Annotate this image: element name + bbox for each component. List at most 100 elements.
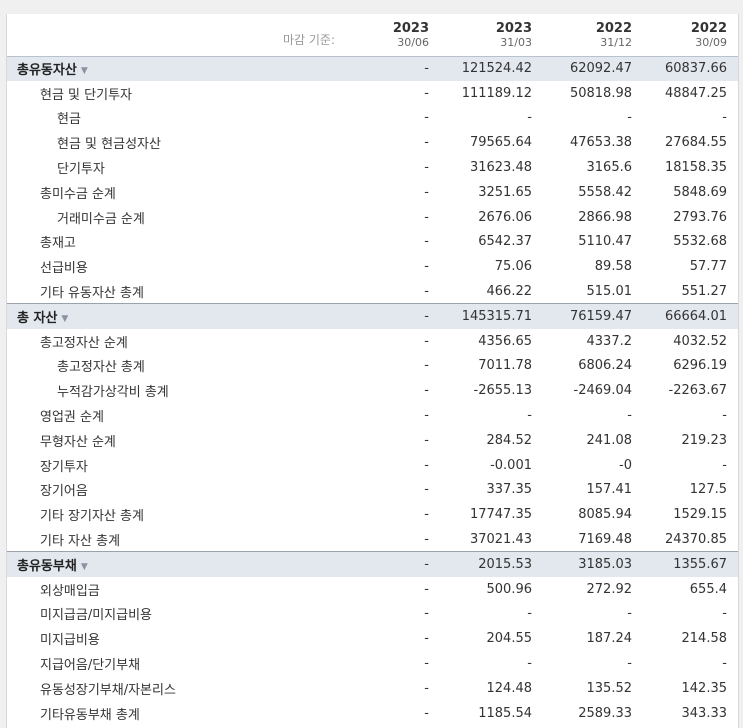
value-cell: -: [424, 358, 429, 374]
table-row: 선급비용 - 75.06 89.58 57.77: [7, 254, 738, 279]
value-cell: 89.58: [594, 259, 632, 275]
value-cell: 7011.78: [478, 358, 532, 374]
value-cell: 284.52: [486, 432, 533, 448]
row-label-cell: 현금 및 현금성자산: [7, 130, 337, 155]
value-cell: 2589.33: [578, 705, 632, 721]
value-cell: 5110.47: [578, 234, 632, 250]
value-cell: 337.35: [486, 482, 533, 498]
chevron-down-icon[interactable]: ▼: [61, 314, 68, 324]
value-cell: 5848.69: [673, 184, 727, 200]
value-cell: -: [627, 606, 632, 622]
value-cell: -: [424, 184, 429, 200]
value-cell: 62092.47: [535, 55, 635, 81]
table-row: 장기투자 - -0.001 -0 -: [7, 453, 738, 478]
value-cell: 75.06: [494, 259, 532, 275]
value-cell: 515.01: [586, 283, 633, 299]
value-cell: 60837.66: [635, 55, 738, 81]
row-label: 기타 자산 총계: [40, 533, 121, 549]
row-label: 장기어음: [40, 484, 88, 500]
value-cell: 157.41: [586, 482, 633, 498]
section-header-row[interactable]: 총유동자산 ▼ -121524.42 62092.47 60837.66: [7, 55, 738, 81]
row-label: 미지급금/미지급비용: [40, 608, 153, 624]
value-cell: -: [424, 209, 429, 225]
row-label: 총유동자산: [17, 63, 77, 79]
value-cell: -: [424, 110, 429, 126]
row-label-cell[interactable]: 총 자산 ▼: [7, 303, 337, 329]
row-label: 현금 및 현금성자산: [57, 137, 161, 153]
value-cell: -: [722, 110, 727, 126]
value-cell: 500.96: [486, 581, 533, 597]
value-cell: 2793.76: [673, 209, 727, 225]
value-cell: 5532.68: [673, 234, 727, 250]
row-label-cell[interactable]: 총유동자산 ▼: [7, 55, 337, 81]
value-cell: 18158.35: [664, 160, 727, 176]
header-row: 마감 기준: 2023 30/06 2023 31/03 2022 31/12 …: [7, 14, 738, 57]
value-cell: 57.77: [689, 259, 727, 275]
value-cell: 5558.42: [578, 184, 632, 200]
row-label-cell: 기타유동부채 총계: [7, 701, 337, 726]
value-cell: 204.55: [486, 631, 533, 647]
row-label: 장기투자: [40, 459, 88, 475]
table-row: 미지급비용 - 204.55 187.24 214.58: [7, 626, 738, 651]
row-label-cell: 기타 자산 총계: [7, 527, 337, 552]
value-cell: -0.001: [490, 457, 532, 473]
value-cell: -: [527, 110, 532, 126]
section-header-row[interactable]: 총 자산 ▼ -145315.71 76159.47 66664.01: [7, 303, 738, 329]
value-cell: 124.48: [486, 680, 533, 696]
row-label-cell: 미지급금/미지급비용: [7, 602, 337, 627]
row-label: 기타 장기자산 총계: [40, 509, 144, 525]
table-row: 거래미수금 순계 - 2676.06 2866.98 2793.76: [7, 205, 738, 230]
value-cell: -: [424, 383, 429, 399]
table-body: 총유동자산 ▼ -121524.42 62092.47 60837.66 현금 및 단기투…: [7, 55, 738, 726]
row-label-cell[interactable]: 총유동부채 ▼: [7, 551, 337, 577]
value-cell: -: [424, 85, 429, 101]
row-label: 누적감가상각비 총계: [57, 385, 169, 401]
row-label-cell: 장기투자: [7, 453, 337, 478]
value-cell: -: [424, 631, 429, 647]
chevron-down-icon[interactable]: ▼: [81, 562, 88, 572]
row-label: 총유동부채: [17, 559, 77, 575]
value-cell: 48847.25: [664, 85, 727, 101]
row-label-cell: 기타 유동자산 총계: [7, 279, 337, 304]
row-label-cell: 유동성장기부채/자본리스: [7, 676, 337, 701]
row-label: 단기투자: [57, 162, 105, 178]
value-cell: 219.23: [681, 432, 728, 448]
value-cell: -: [527, 606, 532, 622]
row-label-cell: 기타 장기자산 총계: [7, 502, 337, 527]
value-cell: -: [627, 656, 632, 672]
row-label: 무형자산 순계: [40, 434, 116, 450]
value-cell: -: [424, 705, 429, 721]
row-label: 유동성장기부채/자본리스: [40, 682, 176, 698]
period-year: 2023: [495, 20, 532, 36]
row-label: 선급비용: [40, 261, 88, 277]
value-cell: -: [424, 259, 429, 275]
value-cell: 145315.71: [432, 303, 535, 329]
row-label: 영업권 순계: [40, 410, 104, 426]
table-row: 기타 자산 총계 - 37021.43 7169.48 24370.85: [7, 527, 738, 552]
period-column-2: 2023 31/03: [432, 14, 535, 57]
value-cell: 2676.06: [478, 209, 532, 225]
value-cell: 3165.6: [586, 160, 633, 176]
value-cell: -2655.13: [473, 383, 532, 399]
period-column-4: 2022 30/09: [635, 14, 738, 57]
row-label-cell: 총재고: [7, 230, 337, 255]
value-cell: 655.4: [689, 581, 727, 597]
value-cell: -: [627, 408, 632, 424]
row-label-cell: 외상매입금: [7, 577, 337, 602]
row-label: 총 자산: [17, 311, 58, 327]
value-cell: 1185.54: [478, 705, 532, 721]
value-cell: -: [424, 606, 429, 622]
value-cell: 111189.12: [461, 85, 532, 101]
chevron-down-icon[interactable]: ▼: [81, 66, 88, 76]
period-date: 30/06: [397, 35, 429, 49]
section-header-row[interactable]: 총유동부채 ▼ -2015.53 3185.03 1355.67: [7, 551, 738, 577]
value-cell: -: [627, 110, 632, 126]
row-label: 지급어음/단기부채: [40, 658, 141, 674]
table-row: 외상매입금 - 500.96 272.92 655.4: [7, 577, 738, 602]
period-date: 31/03: [500, 35, 532, 49]
period-basis-label: 마감 기준:: [7, 14, 337, 57]
row-label-cell: 현금: [7, 106, 337, 131]
value-cell: -2469.04: [573, 383, 632, 399]
value-cell: 6806.24: [578, 358, 632, 374]
value-cell: 3185.03: [535, 551, 635, 577]
